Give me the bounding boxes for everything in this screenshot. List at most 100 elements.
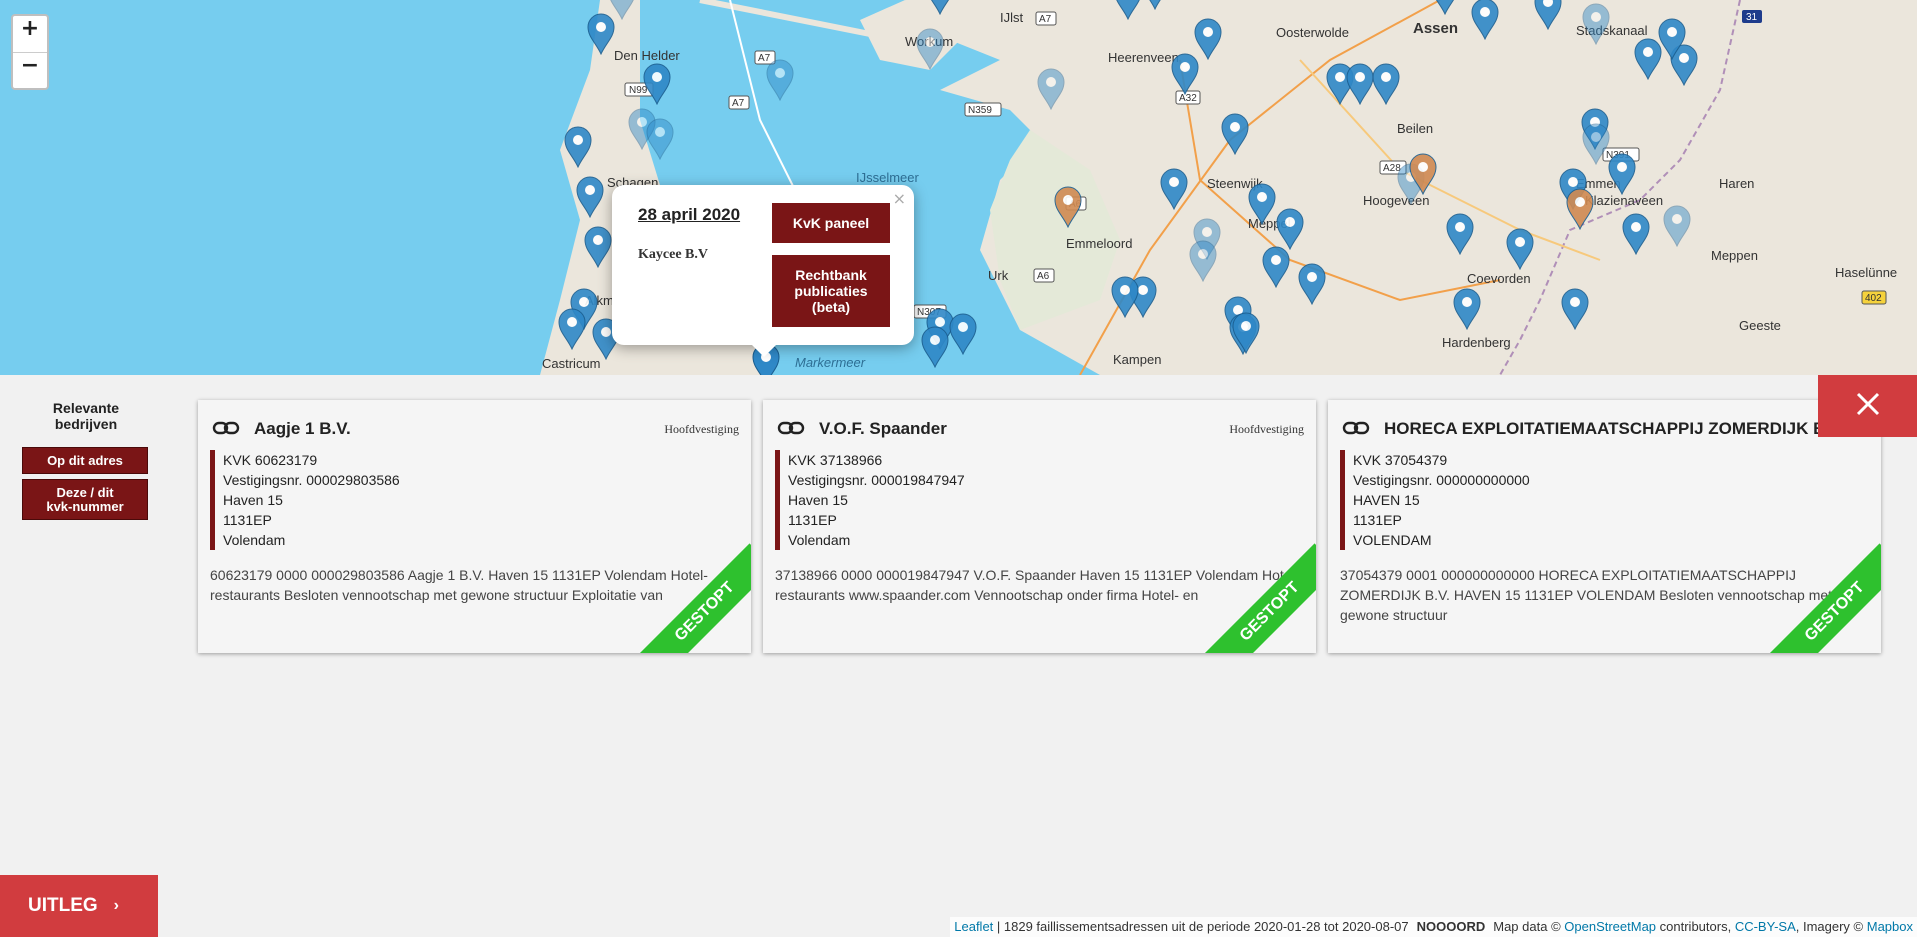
map-marker-icon[interactable] bbox=[1446, 213, 1474, 255]
kvk-number: KVK 60623179 bbox=[223, 452, 318, 468]
mapbox-link[interactable]: Mapbox bbox=[1867, 919, 1913, 934]
map-marker-icon[interactable] bbox=[949, 313, 977, 355]
map-attribution: Leaflet | 1829 faillissementsadressen ui… bbox=[950, 917, 1917, 937]
place-label: Den Helder bbox=[614, 48, 680, 63]
uitleg-button[interactable]: UITLEG › bbox=[0, 875, 158, 937]
map-marker-icon[interactable] bbox=[1114, 0, 1142, 20]
map-marker-icon[interactable] bbox=[1298, 263, 1326, 305]
vestigings-number: Vestigingsnr. 000000000000 bbox=[1353, 472, 1530, 488]
company-details: KVK 60623179 Vestigingsnr. 000029803586 … bbox=[210, 450, 400, 550]
sidebar-title-line: bedrijven bbox=[54, 416, 118, 432]
zoom-out-button[interactable]: − bbox=[13, 53, 47, 89]
ccbysa-link[interactable]: CC-BY-SA bbox=[1735, 919, 1796, 934]
kvk-panel-button[interactable]: KvK paneel bbox=[772, 203, 890, 243]
zoom-in-button[interactable]: + bbox=[13, 16, 47, 53]
address-count: | 1829 faillissementsadressen uit de per… bbox=[993, 919, 1409, 934]
road-shield: 402 bbox=[1861, 290, 1887, 305]
map-marker-icon[interactable] bbox=[1171, 53, 1199, 95]
map-marker-icon[interactable] bbox=[1111, 276, 1139, 318]
attribution-text: Map data © bbox=[1493, 919, 1565, 934]
kvk-number: KVK 37138966 bbox=[788, 452, 883, 468]
map-marker-icon[interactable] bbox=[1262, 246, 1290, 288]
map-marker-icon[interactable] bbox=[1409, 153, 1437, 195]
map-marker-icon[interactable] bbox=[1566, 188, 1594, 230]
place-label: Emmeloord bbox=[1066, 236, 1132, 251]
map-marker-icon[interactable] bbox=[1054, 186, 1082, 228]
map-marker-icon[interactable] bbox=[587, 13, 615, 55]
zoom-control: + − bbox=[11, 14, 49, 90]
place-label: Hardenberg bbox=[1442, 335, 1511, 350]
map-marker-icon[interactable] bbox=[1189, 240, 1217, 282]
rechtbank-publicaties-button[interactable]: Rechtbank publicaties (beta) bbox=[772, 255, 890, 327]
place-label: IJlst bbox=[1000, 10, 1024, 25]
map-marker-icon[interactable] bbox=[1453, 288, 1481, 330]
map-marker-icon[interactable] bbox=[1232, 312, 1260, 354]
link-icon[interactable] bbox=[212, 420, 240, 441]
map-marker-icon[interactable] bbox=[766, 59, 794, 101]
popup-close-button[interactable]: × bbox=[893, 189, 906, 208]
map-marker-icon[interactable] bbox=[1276, 208, 1304, 250]
map-marker-icon[interactable] bbox=[916, 28, 944, 70]
button-label-line: publicaties bbox=[794, 283, 868, 299]
company-card[interactable]: HORECA EXPLOITATIEMAATSCHAPPIJ ZOMERDIJK… bbox=[1328, 400, 1881, 653]
map-marker-icon[interactable] bbox=[1608, 153, 1636, 195]
map-marker-icon[interactable] bbox=[1622, 213, 1650, 255]
osm-link[interactable]: OpenStreetMap bbox=[1564, 919, 1656, 934]
close-panel-button[interactable] bbox=[1818, 375, 1917, 437]
svg-text:A7: A7 bbox=[732, 98, 745, 109]
map-marker-icon[interactable] bbox=[1663, 205, 1691, 247]
sidebar-title-line: Relevante bbox=[52, 400, 120, 416]
water-label: IJsselmeer bbox=[856, 170, 920, 185]
city: VOLENDAM bbox=[1353, 532, 1432, 548]
map-marker-icon[interactable] bbox=[643, 63, 671, 105]
uitleg-label: UITLEG bbox=[28, 895, 98, 916]
map[interactable]: Den Helder Schagen Alkmaar Castricum Wor… bbox=[0, 0, 1917, 375]
map-marker-icon[interactable] bbox=[584, 226, 612, 268]
company-card[interactable]: Aagje 1 B.V. Hoofdvestiging KVK 60623179… bbox=[198, 400, 751, 653]
map-marker-icon[interactable] bbox=[1248, 183, 1276, 225]
map-marker-icon[interactable] bbox=[1506, 228, 1534, 270]
map-marker-icon[interactable] bbox=[1471, 0, 1499, 40]
map-marker-icon[interactable] bbox=[558, 308, 586, 350]
map-marker-icon[interactable] bbox=[1561, 288, 1589, 330]
link-icon[interactable] bbox=[777, 420, 805, 441]
place-label: Assen bbox=[1413, 20, 1458, 37]
map-marker-icon[interactable] bbox=[1431, 0, 1459, 15]
city: Volendam bbox=[223, 532, 286, 548]
map-marker-icon[interactable] bbox=[1582, 123, 1610, 165]
road-shield: A6 bbox=[1033, 268, 1055, 283]
road-shield: 31 bbox=[1742, 10, 1762, 23]
map-marker-icon[interactable] bbox=[1160, 168, 1188, 210]
map-marker-icon[interactable] bbox=[1372, 63, 1400, 105]
place-label: Beilen bbox=[1397, 121, 1433, 136]
map-marker-icon[interactable] bbox=[1658, 18, 1686, 60]
map-marker-icon[interactable] bbox=[1141, 0, 1169, 10]
vestigings-number: Vestigingsnr. 000029803586 bbox=[223, 472, 400, 488]
svg-text:402: 402 bbox=[1865, 293, 1882, 304]
map-marker-icon[interactable] bbox=[1534, 0, 1562, 30]
svg-text:N359: N359 bbox=[968, 105, 992, 116]
map-marker-icon[interactable] bbox=[1221, 113, 1249, 155]
nooord-label: NOOOORD bbox=[1416, 919, 1486, 934]
place-label: Meppen bbox=[1711, 248, 1758, 263]
filter-kvk-button[interactable]: Deze / dit kvk-nummer bbox=[22, 479, 148, 520]
map-marker-icon[interactable] bbox=[921, 326, 949, 368]
close-icon bbox=[1855, 391, 1881, 422]
place-label: Haselünne bbox=[1835, 265, 1897, 280]
place-label: Heerenveen bbox=[1108, 50, 1179, 65]
link-icon[interactable] bbox=[1342, 420, 1370, 441]
map-marker-icon[interactable] bbox=[926, 0, 954, 15]
company-description: 37138966 0000 000019847947 V.O.F. Spaand… bbox=[775, 567, 1300, 603]
map-marker-icon[interactable] bbox=[1037, 68, 1065, 110]
street: HAVEN 15 bbox=[1353, 492, 1420, 508]
map-marker-icon[interactable] bbox=[564, 126, 592, 168]
filter-address-button[interactable]: Op dit adres bbox=[22, 447, 148, 474]
map-marker-icon[interactable] bbox=[1346, 63, 1374, 105]
map-marker-icon[interactable] bbox=[1582, 3, 1610, 45]
leaflet-link[interactable]: Leaflet bbox=[954, 919, 993, 934]
map-marker-icon[interactable] bbox=[646, 118, 674, 160]
company-card[interactable]: V.O.F. Spaander Hoofdvestiging KVK 37138… bbox=[763, 400, 1316, 653]
water-label: Markermeer bbox=[795, 355, 866, 370]
map-marker-icon[interactable] bbox=[576, 176, 604, 218]
establishment-type: Hoofdvestiging bbox=[664, 422, 739, 436]
